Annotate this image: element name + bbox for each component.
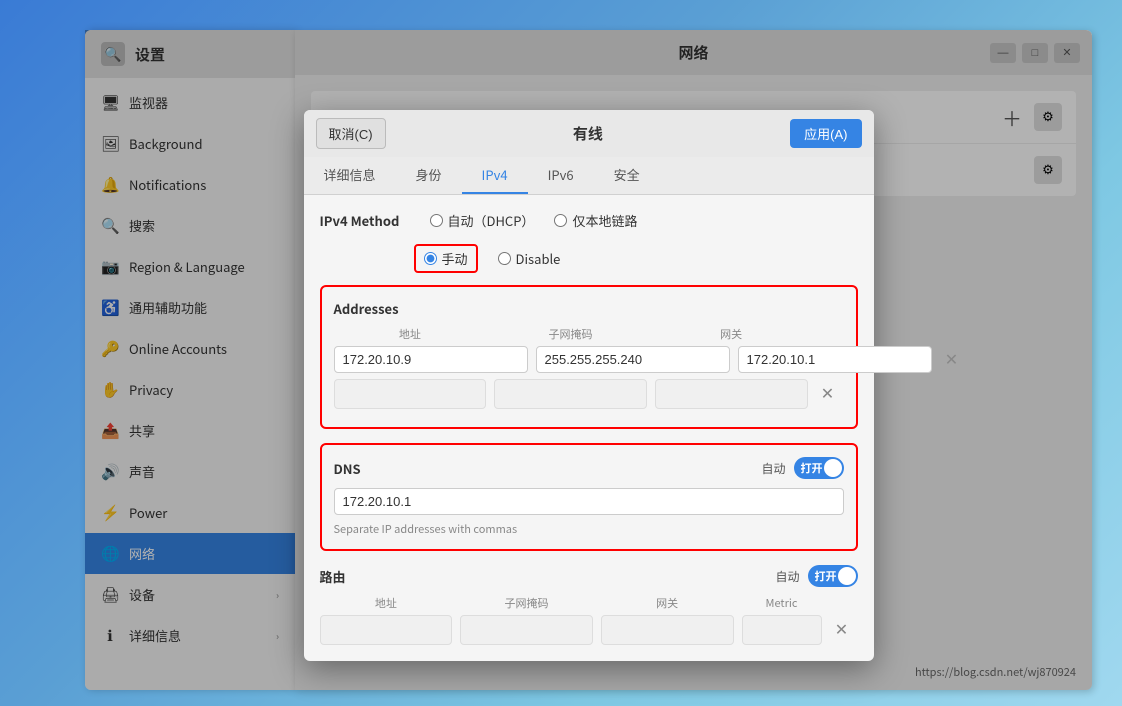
dns-auto-text: 自动 xyxy=(761,460,785,477)
routes-auto-text: 自动 xyxy=(775,568,799,585)
address-row-1: ✕ xyxy=(334,346,844,373)
dialog-content: IPv4 Method 自动（DHCP） 仅本地链路 手动 xyxy=(304,195,874,661)
routes-auto-row: 自动 打开 xyxy=(775,565,857,587)
routes-label: 路由 xyxy=(320,567,346,586)
empty-subnet xyxy=(494,379,647,409)
dns-section: DNS 自动 打开 Separate IP addresses with com… xyxy=(320,443,858,551)
route-subnet-input[interactable] xyxy=(460,615,593,645)
dns-hint: Separate IP addresses with commas xyxy=(334,521,844,537)
radio-disable[interactable]: Disable xyxy=(498,244,561,273)
dialog-titlebar: 取消(C) 有线 应用(A) xyxy=(304,110,874,157)
routes-col-address: 地址 xyxy=(320,595,453,611)
tab-security[interactable]: 安全 xyxy=(594,157,660,194)
addresses-section: Addresses 地址 子网掩码 网关 ✕ ✕ xyxy=(320,285,858,429)
routes-toggle-circle xyxy=(838,567,856,585)
routes-header-row: 路由 自动 打开 xyxy=(320,565,858,587)
radio-manual[interactable]: 手动 xyxy=(424,249,468,268)
tab-identity[interactable]: 身份 xyxy=(396,157,462,194)
remove-route-button[interactable]: ✕ xyxy=(830,618,854,642)
apply-button[interactable]: 应用(A) xyxy=(790,119,861,148)
radio-manual-input[interactable] xyxy=(424,252,437,265)
disable-label: Disable xyxy=(516,249,561,268)
routes-toggle[interactable]: 打开 xyxy=(808,565,858,587)
routes-col-headers: 地址 子网掩码 网关 Metric xyxy=(320,595,858,611)
route-metric-input[interactable] xyxy=(742,615,822,645)
method-label: IPv4 Method xyxy=(320,211,410,230)
wired-dialog: 取消(C) 有线 应用(A) 详细信息 身份 IPv4 IPv6 安全 IPv4… xyxy=(304,110,874,661)
route-gateway-input[interactable] xyxy=(601,615,734,645)
dialog-title: 有线 xyxy=(573,123,603,144)
dialog-overlay: 取消(C) 有线 应用(A) 详细信息 身份 IPv4 IPv6 安全 IPv4… xyxy=(85,30,1092,690)
dns-toggle-label: 打开 xyxy=(801,460,823,476)
routes-col-metric: Metric xyxy=(742,595,822,611)
remove-row-button[interactable]: ✕ xyxy=(940,348,964,372)
tab-ipv4[interactable]: IPv4 xyxy=(462,157,528,194)
radio-link-local[interactable]: 仅本地链路 xyxy=(554,211,637,230)
manual-option-container: 手动 xyxy=(414,244,478,273)
col-address-header: 地址 xyxy=(334,326,487,342)
ipv4-method-row: IPv4 Method 自动（DHCP） 仅本地链路 xyxy=(320,211,858,230)
route-address-input[interactable] xyxy=(320,615,453,645)
radio-dhcp-input[interactable] xyxy=(430,214,443,227)
dns-toggle[interactable]: 打开 xyxy=(794,457,844,479)
routes-toggle-label: 打开 xyxy=(815,568,837,584)
col-gateway-header: 网关 xyxy=(655,326,808,342)
cancel-button[interactable]: 取消(C) xyxy=(316,118,386,149)
addresses-label: Addresses xyxy=(334,299,844,318)
subnet-input[interactable] xyxy=(536,346,730,373)
link-local-label: 仅本地链路 xyxy=(572,211,637,230)
col-subnet-header: 子网掩码 xyxy=(494,326,647,342)
remove-row-button-2[interactable]: ✕ xyxy=(816,382,840,406)
routes-input-row: ✕ xyxy=(320,615,858,645)
tab-ipv6[interactable]: IPv6 xyxy=(528,157,594,194)
address-row-2: ✕ xyxy=(334,379,844,409)
gateway-input[interactable] xyxy=(738,346,932,373)
toggle-circle xyxy=(824,459,842,477)
empty-gateway xyxy=(655,379,808,409)
dns-auto-row: 自动 打开 xyxy=(761,457,843,479)
radio-disable-input[interactable] xyxy=(498,252,511,265)
routes-section: 路由 自动 打开 地址 子网掩码 网关 Metric xyxy=(320,565,858,645)
dialog-tabs: 详细信息 身份 IPv4 IPv6 安全 xyxy=(304,157,874,195)
dns-header-row: DNS 自动 打开 xyxy=(334,457,844,479)
tab-details[interactable]: 详细信息 xyxy=(304,157,396,194)
radio-link-local-input[interactable] xyxy=(554,214,567,227)
routes-col-gateway: 网关 xyxy=(601,595,734,611)
address-input[interactable] xyxy=(334,346,528,373)
manual-label: 手动 xyxy=(442,249,468,268)
dns-label: DNS xyxy=(334,459,361,478)
dhcp-label: 自动（DHCP） xyxy=(448,211,535,230)
empty-address xyxy=(334,379,487,409)
dns-input[interactable] xyxy=(334,488,844,515)
radio-dhcp[interactable]: 自动（DHCP） xyxy=(430,211,535,230)
addr-headers: 地址 子网掩码 网关 xyxy=(334,326,844,342)
routes-col-subnet: 子网掩码 xyxy=(460,595,593,611)
